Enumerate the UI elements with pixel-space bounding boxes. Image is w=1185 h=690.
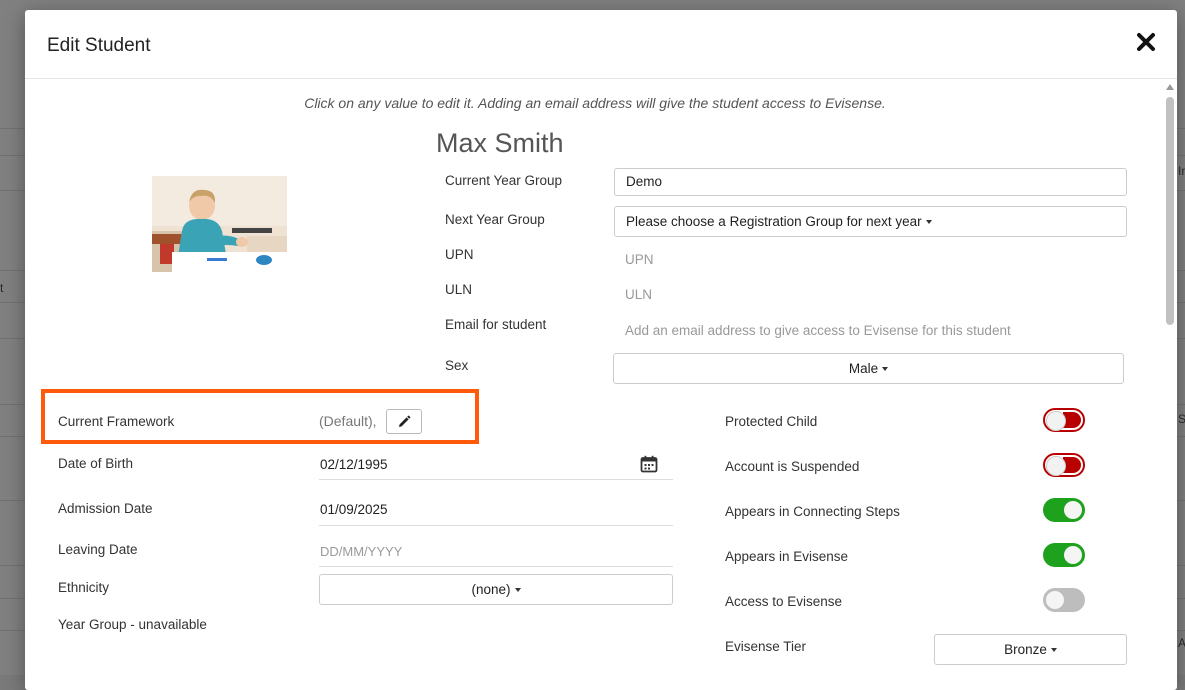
chevron-down-icon: [1050, 647, 1057, 652]
edit-framework-button[interactable]: [386, 409, 422, 434]
sex-label: Sex: [445, 358, 469, 373]
chevron-down-icon: [882, 366, 889, 371]
bg-fragment: SC: [1178, 412, 1185, 426]
admission-date-field[interactable]: 01/09/2025: [320, 502, 388, 517]
calendar-icon[interactable]: [640, 455, 658, 473]
leaving-underline: [319, 566, 673, 567]
email-field[interactable]: Add an email address to give access to E…: [625, 323, 1011, 338]
upn-field[interactable]: UPN: [625, 252, 654, 267]
connecting-steps-toggle[interactable]: [1043, 498, 1085, 522]
modal-title: Edit Student: [47, 35, 151, 56]
leaving-date-field[interactable]: DD/MM/YYYY: [320, 544, 402, 559]
dob-underline: [319, 479, 673, 480]
edit-student-modal: Edit Student Click on any value to edit …: [25, 10, 1177, 690]
admission-underline: [319, 525, 673, 526]
current-framework-label: Current Framework: [58, 414, 175, 429]
toggle-knob: [1046, 411, 1066, 431]
chevron-down-icon: [514, 587, 521, 592]
appears-evisense-label: Appears in Evisense: [725, 549, 849, 564]
next-year-group-value: Please choose a Registration Group for n…: [626, 214, 922, 229]
scroll-thumb[interactable]: [1166, 97, 1174, 325]
toggle-knob: [1046, 456, 1066, 476]
student-photo[interactable]: [152, 176, 287, 272]
scroll-up-icon[interactable]: [1166, 84, 1174, 90]
admission-date-label: Admission Date: [58, 501, 153, 516]
evisense-tier-label: Evisense Tier: [725, 639, 807, 654]
current-framework-value: (Default),: [319, 413, 377, 429]
dob-field[interactable]: 02/12/1995: [320, 457, 388, 472]
upn-label: UPN: [445, 247, 474, 262]
evisense-tier-value: Bronze: [1004, 642, 1047, 657]
uln-field[interactable]: ULN: [625, 287, 652, 302]
protected-child-label: Protected Child: [725, 414, 818, 429]
modal-header: Edit Student: [25, 10, 1177, 79]
toggle-knob: [1064, 501, 1082, 519]
pencil-icon: [399, 415, 411, 427]
evisense-tier-dropdown[interactable]: Bronze: [934, 634, 1127, 665]
current-year-group-field[interactable]: Demo: [614, 168, 1127, 196]
bg-fragment: AJ: [1178, 636, 1185, 650]
year-group-unavailable-label: Year Group - unavailable: [58, 617, 207, 632]
email-label: Email for student: [445, 317, 547, 332]
bg-fragment: t: [0, 281, 4, 295]
access-evisense-label: Access to Evisense: [725, 594, 843, 609]
access-evisense-toggle[interactable]: [1043, 588, 1085, 612]
chevron-down-icon: [925, 219, 932, 224]
sex-value: Male: [848, 361, 879, 376]
account-suspended-toggle[interactable]: [1043, 453, 1085, 477]
ethnicity-value: (none): [471, 582, 511, 597]
student-name[interactable]: Max Smith: [436, 128, 564, 159]
close-icon[interactable]: [1135, 31, 1157, 53]
account-suspended-label: Account is Suspended: [725, 459, 860, 474]
sex-dropdown[interactable]: Male: [613, 353, 1124, 384]
toggle-knob: [1046, 591, 1064, 609]
dob-label: Date of Birth: [58, 456, 134, 471]
next-year-group-dropdown[interactable]: Please choose a Registration Group for n…: [614, 206, 1127, 237]
current-year-group-label: Current Year Group: [445, 173, 563, 188]
ethnicity-label: Ethnicity: [58, 580, 110, 595]
bg-fragment: In: [1178, 164, 1185, 178]
appears-evisense-toggle[interactable]: [1043, 543, 1085, 567]
scrollbar[interactable]: [1163, 80, 1177, 690]
leaving-date-label: Leaving Date: [58, 542, 138, 557]
next-year-group-label: Next Year Group: [445, 212, 545, 227]
connecting-steps-label: Appears in Connecting Steps: [725, 504, 900, 519]
edit-hint: Click on any value to edit it. Adding an…: [304, 95, 886, 111]
toggle-knob: [1064, 546, 1082, 564]
protected-child-toggle[interactable]: [1043, 408, 1085, 432]
ethnicity-dropdown[interactable]: (none): [319, 574, 673, 605]
uln-label: ULN: [445, 282, 473, 297]
